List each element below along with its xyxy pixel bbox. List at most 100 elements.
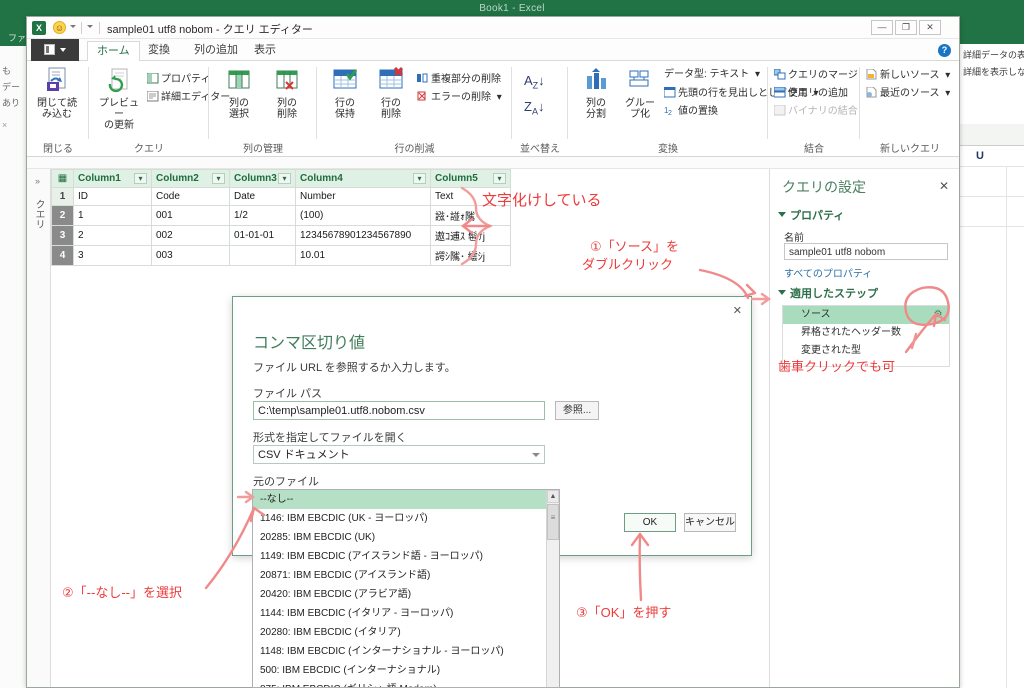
- cell[interactable]: 10.01: [295, 245, 431, 266]
- cell[interactable]: 諤ｼ隲･ 繧ｼj: [430, 245, 511, 266]
- cell[interactable]: Code: [151, 187, 230, 206]
- help-icon[interactable]: ?: [938, 44, 951, 57]
- excel-detail-show[interactable]: 詳細データの表示: [959, 44, 1024, 61]
- cell[interactable]: Number: [295, 187, 431, 206]
- queries-pane[interactable]: » クエリ: [27, 169, 51, 687]
- new-source-button[interactable]: 新しいソース ▾: [866, 68, 950, 82]
- properties-button[interactable]: プロパティ: [146, 72, 210, 86]
- cell[interactable]: Date: [229, 187, 296, 206]
- row-number[interactable]: 1: [51, 187, 74, 206]
- scrollbar-thumb[interactable]: [547, 504, 559, 540]
- properties-section-header[interactable]: プロパティ: [778, 207, 844, 223]
- cell[interactable]: 3: [73, 245, 152, 266]
- remove-columns-button[interactable]: 列の 削除: [263, 66, 311, 120]
- dropdown-option[interactable]: 20280: IBM EBCDIC (イタリア): [253, 623, 559, 642]
- table-row[interactable]: 1 ID Code Date Number Text: [51, 187, 511, 206]
- dropdown-option[interactable]: 20871: IBM EBCDIC (アイスランド語): [253, 566, 559, 585]
- applied-step-source[interactable]: ソース ⚙: [783, 306, 949, 324]
- grid-corner-button[interactable]: ▦: [51, 169, 74, 188]
- expand-queries-icon[interactable]: »: [35, 176, 40, 186]
- cell[interactable]: 12345678901234567890: [295, 225, 431, 246]
- table-row[interactable]: 2 1 001 1/2 (100) 誸･諩ｫ隲･: [51, 205, 511, 226]
- query-name-input[interactable]: sample01 utf8 nobom: [784, 243, 948, 260]
- remove-duplicates-button[interactable]: 重複部分の削除: [417, 73, 501, 86]
- row-number[interactable]: 3: [51, 225, 74, 246]
- dropdown-option[interactable]: 875: IBM EBCDIC (ギリシャ語 Modern): [253, 680, 559, 687]
- dropdown-option[interactable]: 1144: IBM EBCDIC (イタリア - ヨーロッパ): [253, 604, 559, 623]
- dropdown-option[interactable]: 1148: IBM EBCDIC (インターナショナル - ヨーロッパ): [253, 642, 559, 661]
- chevron-down-icon[interactable]: ▾: [945, 70, 950, 81]
- merge-queries-button[interactable]: クエリのマージ: [773, 68, 858, 82]
- data-type-button[interactable]: データ型: テキスト ▾: [664, 69, 760, 81]
- row-number[interactable]: 2: [51, 205, 74, 226]
- sort-descending-button[interactable]: ZA↓: [524, 100, 544, 118]
- sort-ascending-button[interactable]: AZ↓: [524, 74, 545, 92]
- table-row[interactable]: 3 2 002 01-01-01 12345678901234567890 遨ｺ…: [51, 225, 511, 246]
- chevron-down-icon[interactable]: ▾: [413, 173, 426, 184]
- cell[interactable]: 003: [151, 245, 230, 266]
- applied-step-promoted-headers[interactable]: 昇格されたヘッダー数: [783, 324, 949, 342]
- maximize-button[interactable]: ❐: [895, 20, 917, 35]
- smiley-icon[interactable]: ☺: [53, 21, 66, 34]
- chevron-down-icon[interactable]: ▾: [212, 173, 225, 184]
- scroll-up-icon[interactable]: ▲: [547, 490, 559, 503]
- applied-steps-section-header[interactable]: 適用したステップ: [778, 285, 878, 301]
- chevron-down-icon[interactable]: ▾: [493, 173, 506, 184]
- cell[interactable]: [229, 245, 296, 266]
- file-path-input[interactable]: C:\temp\sample01.utf8.nobom.csv: [253, 401, 545, 420]
- cell[interactable]: 001: [151, 205, 230, 226]
- ok-button[interactable]: OK: [624, 513, 676, 532]
- close-icon[interactable]: ✕: [733, 304, 742, 317]
- column-header-1[interactable]: Column1 ▾: [73, 169, 152, 188]
- column-header-5[interactable]: Column5 ▾: [430, 169, 511, 188]
- cell[interactable]: (100): [295, 205, 431, 226]
- chevron-down-icon[interactable]: ▾: [278, 173, 291, 184]
- formula-bar[interactable]: [27, 157, 959, 169]
- close-and-load-button[interactable]: 閉じて読 み込む: [33, 66, 81, 120]
- column-header-4[interactable]: Column4 ▾: [295, 169, 431, 188]
- column-header-2[interactable]: Column2 ▾: [151, 169, 230, 188]
- cell[interactable]: 1/2: [229, 205, 296, 226]
- row-number[interactable]: 4: [51, 245, 74, 266]
- dropdown-option[interactable]: 1149: IBM EBCDIC (アイスランド語 - ヨーロッパ): [253, 547, 559, 566]
- split-column-button[interactable]: 列の 分割: [572, 66, 620, 120]
- close-icon[interactable]: ✕: [939, 179, 949, 193]
- excel-column-header-u[interactable]: U: [954, 150, 1006, 166]
- recent-sources-button[interactable]: 最近のソース ▾: [866, 86, 950, 100]
- choose-columns-button[interactable]: 列の 選択: [215, 66, 263, 120]
- dropdown-option[interactable]: 20285: IBM EBCDIC (UK): [253, 528, 559, 547]
- query-editor-titlebar[interactable]: X ☺ sample01 utf8 nobom - クエリ エディター — ❐ …: [27, 17, 959, 39]
- cancel-button[interactable]: キャンセル: [684, 513, 736, 532]
- cell[interactable]: ID: [73, 187, 152, 206]
- chevron-down-icon[interactable]: [87, 25, 93, 28]
- keep-rows-button[interactable]: 行の 保持: [321, 66, 369, 120]
- minimize-button[interactable]: —: [871, 20, 893, 35]
- chevron-down-icon[interactable]: ▾: [497, 92, 502, 103]
- tab-add-column[interactable]: 列の追加: [185, 41, 247, 61]
- table-row[interactable]: 4 3 003 10.01 諤ｼ隲･ 繧ｼj: [51, 245, 511, 266]
- browse-button[interactable]: 参照...: [555, 401, 599, 420]
- dropdown-option[interactable]: 1146: IBM EBCDIC (UK - ヨーロッパ): [253, 509, 559, 528]
- cell[interactable]: 01-01-01: [229, 225, 296, 246]
- all-properties-link[interactable]: すべてのプロパティ: [784, 265, 872, 280]
- tab-view[interactable]: 表示: [245, 41, 285, 61]
- column-header-3[interactable]: Column3 ▾: [229, 169, 296, 188]
- chevron-down-icon[interactable]: ▾: [755, 69, 760, 80]
- group-by-button[interactable]: グルー プ化: [616, 66, 664, 120]
- refresh-preview-button[interactable]: プレビュー の更新: [95, 66, 143, 131]
- tab-transform[interactable]: 変換: [139, 41, 179, 61]
- chevron-down-icon[interactable]: ▾: [134, 173, 147, 184]
- file-origin-dropdown-list[interactable]: --なし-- 1146: IBM EBCDIC (UK - ヨーロッパ) 202…: [252, 489, 560, 688]
- file-menu-button[interactable]: [31, 39, 79, 61]
- chevron-down-icon[interactable]: ▾: [945, 88, 950, 99]
- dropdown-option-none[interactable]: --なし--: [253, 490, 559, 509]
- cell[interactable]: 1: [73, 205, 152, 226]
- remove-errors-button[interactable]: エラーの削除 ▾: [417, 91, 502, 104]
- tab-home[interactable]: ホーム: [87, 41, 140, 62]
- dropdown-option[interactable]: 20420: IBM EBCDIC (アラビア語): [253, 585, 559, 604]
- append-queries-button[interactable]: クエリの追加: [773, 86, 848, 100]
- remove-rows-button[interactable]: 行の 削除: [367, 66, 415, 120]
- chevron-down-icon[interactable]: [70, 25, 76, 28]
- close-button[interactable]: ✕: [919, 20, 941, 35]
- cell[interactable]: 2: [73, 225, 152, 246]
